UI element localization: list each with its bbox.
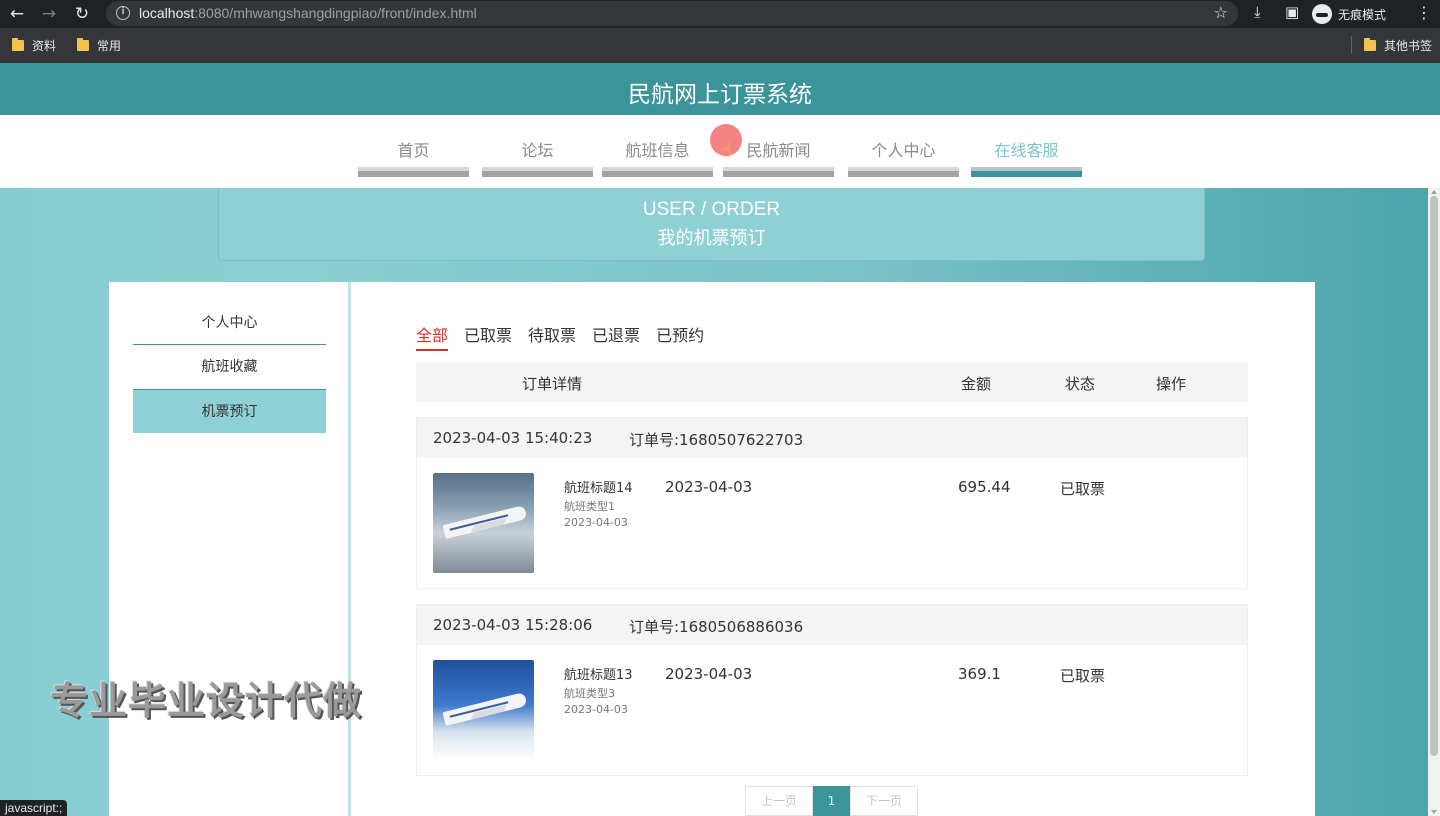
order-panel: 全部 已取票 待取票 已退票 已预约 订单详情 金额 状态 操作 2023-04…: [351, 282, 1315, 816]
airplane-icon: [442, 505, 528, 539]
incognito-icon: [1312, 4, 1332, 24]
order-date: 2023-04-03: [665, 478, 753, 496]
header-detail: 订单详情: [522, 375, 583, 393]
order-status: 已取票: [1060, 480, 1106, 498]
sidebar: 个人中心 航班收藏 机票预订: [109, 282, 348, 816]
star-icon[interactable]: ☆: [1214, 3, 1228, 22]
order-card-header: 2023-04-03 15:28:06 订单号:1680506886036: [417, 605, 1247, 645]
nav-home[interactable]: 首页: [358, 137, 469, 177]
flight-date: 2023-04-03: [564, 516, 628, 529]
reload-icon[interactable]: ↻: [71, 3, 93, 25]
flight-type: 航班类型3: [564, 687, 615, 700]
flight-title[interactable]: 航班标题13: [564, 664, 633, 683]
banner-chinese: 我的机票预订: [657, 228, 766, 249]
airplane-icon: [442, 692, 528, 726]
flight-thumbnail[interactable]: [433, 660, 534, 760]
next-page-button[interactable]: 下一页: [850, 786, 918, 816]
bookmark-folder-1[interactable]: 资料: [12, 37, 56, 54]
watermark-text: 专业毕业设计代做: [50, 679, 363, 723]
flight-date: 2023-04-03: [564, 703, 628, 716]
order-status: 已取票: [1060, 667, 1106, 685]
flight-thumbnail[interactable]: [433, 473, 534, 573]
scroll-thumb[interactable]: [1430, 196, 1438, 756]
nav-online-service[interactable]: 在线客服: [971, 137, 1082, 177]
banner-english: USER / ORDER: [642, 199, 781, 220]
scroll-up-icon[interactable]: [1431, 190, 1437, 194]
info-icon[interactable]: i: [116, 6, 130, 20]
prev-page-button[interactable]: 上一页: [745, 786, 813, 816]
sidebar-item-flight-favorites[interactable]: 航班收藏: [133, 345, 326, 389]
folder-icon: [12, 38, 24, 51]
forward-arrow-icon[interactable]: →: [38, 3, 60, 25]
header-amount: 金额: [961, 375, 992, 393]
nav-personal-center[interactable]: 个人中心: [848, 137, 959, 177]
order-card: 2023-04-03 15:40:23 订单号:1680507622703 航班…: [416, 417, 1248, 589]
order-card-header: 2023-04-03 15:40:23 订单号:1680507622703: [417, 418, 1247, 458]
flight-type: 航班类型1: [564, 500, 615, 513]
sidebar-item-personal-center[interactable]: 个人中心: [133, 301, 326, 345]
nav-forum[interactable]: 论坛: [482, 137, 593, 177]
tab-all[interactable]: 全部: [416, 322, 449, 351]
nav-flight-info[interactable]: 航班信息: [602, 137, 713, 177]
order-amount: 695.44: [958, 478, 1011, 496]
other-bookmarks[interactable]: 其他书签: [1364, 37, 1432, 54]
browser-status-bar: javascript:;: [0, 800, 68, 816]
bookmark-folder-2[interactable]: 常用: [77, 37, 121, 54]
folder-icon: [77, 38, 89, 51]
page-banner: USER / ORDER 我的机票预订: [218, 188, 1205, 261]
order-number: 订单号:1680506886036: [629, 618, 804, 636]
hand-cursor-icon: ☝: [720, 138, 733, 162]
browser-toolbar: ← → ↻ i localhost:8080/mhwangshangdingpi…: [0, 0, 1440, 28]
header-action: 操作: [1156, 375, 1187, 393]
url-text[interactable]: localhost:8080/mhwangshangdingpiao/front…: [139, 5, 477, 21]
tab-collected[interactable]: 已取票: [464, 322, 512, 351]
download-icon[interactable]: ⤓: [1254, 3, 1261, 21]
site-title: 民航网上订票系统: [628, 82, 812, 108]
order-card: 2023-04-03 15:28:06 订单号:1680506886036 航班…: [416, 604, 1248, 776]
order-created-at: 2023-04-03 15:28:06: [433, 616, 593, 634]
bookmark-separator: [1351, 36, 1352, 54]
order-number: 订单号:1680507622703: [629, 431, 804, 449]
page-1-button[interactable]: 1: [813, 786, 850, 816]
sidebar-item-ticket-booking[interactable]: 机票预订: [133, 389, 326, 433]
tab-refunded[interactable]: 已退票: [592, 322, 640, 351]
address-bar[interactable]: i localhost:8080/mhwangshangdingpiao/fro…: [106, 1, 1238, 26]
header-status: 状态: [1065, 375, 1096, 393]
pagination: 上一页 1 下一页: [745, 786, 918, 816]
page-scrollbar[interactable]: [1428, 188, 1440, 816]
sidepanel-icon[interactable]: ▣: [1285, 3, 1299, 21]
site-header: 民航网上订票系统: [0, 63, 1440, 115]
order-tabs: 全部 已取票 待取票 已退票 已预约: [416, 322, 720, 351]
tab-pending[interactable]: 待取票: [528, 322, 576, 351]
bookmarks-bar: 资料 常用 其他书签: [0, 28, 1440, 63]
table-header: 订单详情 金额 状态 操作: [416, 362, 1248, 402]
tab-reserved[interactable]: 已预约: [656, 322, 704, 351]
kebab-menu-icon[interactable]: ⋮: [1416, 3, 1432, 22]
flight-title[interactable]: 航班标题14: [564, 477, 633, 496]
order-amount: 369.1: [958, 665, 1001, 683]
incognito-badge[interactable]: 无痕模式: [1312, 3, 1386, 25]
back-arrow-icon[interactable]: ←: [6, 3, 28, 25]
order-date: 2023-04-03: [665, 665, 753, 683]
folder-icon: [1364, 38, 1376, 51]
scroll-down-icon[interactable]: [1431, 810, 1437, 814]
order-created-at: 2023-04-03 15:40:23: [433, 429, 593, 447]
